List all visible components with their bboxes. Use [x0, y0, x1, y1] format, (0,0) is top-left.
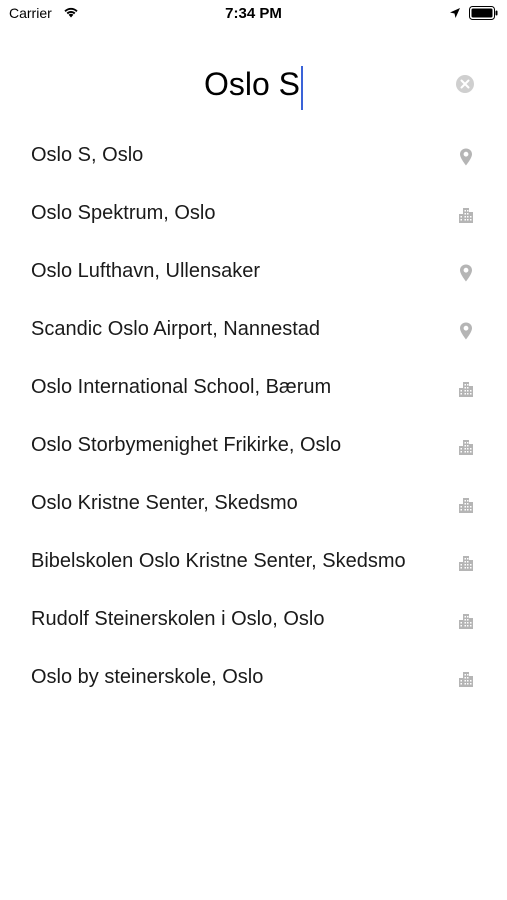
text-caret: [301, 65, 304, 110]
map-pin-icon: [460, 322, 472, 340]
list-item[interactable]: Oslo Storbymenighet Frikirke, Oslo: [0, 418, 507, 476]
search-bar: Oslo S: [0, 56, 507, 112]
search-input-text: Oslo S: [203, 66, 301, 102]
building-icon: [459, 672, 473, 687]
result-label: Oslo S, Oslo: [31, 144, 144, 166]
building-icon: [459, 382, 473, 397]
building-icon: [459, 614, 473, 629]
building-icon: [459, 440, 473, 455]
list-item[interactable]: Rudolf Steinerskolen i Oslo, Oslo: [0, 592, 507, 650]
building-icon: [459, 556, 473, 571]
result-label: Oslo Spektrum, Oslo: [31, 202, 216, 224]
result-label: Rudolf Steinerskolen i Oslo, Oslo: [31, 608, 325, 630]
status-time: 7:34 PM: [225, 5, 282, 22]
list-item[interactable]: Oslo Spektrum, Oslo: [0, 186, 507, 244]
building-icon: [459, 208, 473, 223]
result-label: Oslo Lufthavn, Ullensaker: [31, 260, 261, 282]
clear-circle-icon[interactable]: [455, 74, 475, 94]
result-label: Oslo by steinerskole, Oslo: [31, 666, 264, 688]
battery-icon: [469, 6, 498, 20]
status-bar: Carrier 7:34 PM: [0, 0, 507, 28]
list-item[interactable]: Oslo International School, Bærum: [0, 360, 507, 418]
list-item[interactable]: Oslo by steinerskole, Oslo: [0, 650, 507, 708]
map-pin-icon: [460, 148, 472, 166]
results-list: Oslo S, Oslo Oslo Spektrum, Oslo Oslo Lu…: [0, 128, 507, 708]
building-icon: [459, 498, 473, 513]
result-label: Scandic Oslo Airport, Nannestad: [31, 318, 321, 340]
list-item[interactable]: Scandic Oslo Airport, Nannestad: [0, 302, 507, 360]
list-item[interactable]: Oslo S, Oslo: [0, 128, 507, 186]
result-label: Bibelskolen Oslo Kristne Senter, Skedsmo: [31, 550, 406, 572]
list-item[interactable]: Oslo Kristne Senter, Skedsmo: [0, 476, 507, 534]
result-label: Oslo Storbymenighet Frikirke, Oslo: [31, 434, 342, 456]
search-input[interactable]: Oslo S: [60, 60, 447, 110]
list-item[interactable]: Oslo Lufthavn, Ullensaker: [0, 244, 507, 302]
location-arrow-icon: [450, 8, 460, 18]
list-item[interactable]: Bibelskolen Oslo Kristne Senter, Skedsmo: [0, 534, 507, 592]
map-pin-icon: [460, 264, 472, 282]
result-label: Oslo Kristne Senter, Skedsmo: [31, 492, 298, 514]
result-label: Oslo International School, Bærum: [31, 376, 332, 398]
